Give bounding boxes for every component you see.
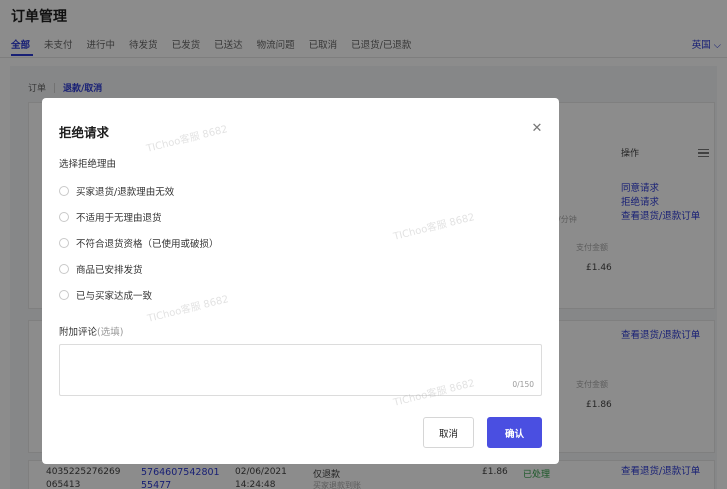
reason-option-not-eligible[interactable]: 不符合退货资格（已使用或破损） <box>59 236 219 250</box>
comment-optional-hint: (选填) <box>97 327 124 338</box>
radio-button[interactable] <box>59 290 69 300</box>
reject-reason-label: 选择拒绝理由 <box>59 159 117 170</box>
reason-label: 已与买家达成一致 <box>76 291 153 302</box>
reason-label: 买家退货/退款理由无效 <box>76 187 175 198</box>
reason-option-invalid-reason[interactable]: 买家退货/退款理由无效 <box>59 184 174 198</box>
radio-button[interactable] <box>59 238 69 248</box>
reject-request-dialog: 拒绝请求 ✕ 选择拒绝理由 买家退货/退款理由无效 不适用于无理由退货 不符合退… <box>42 98 559 464</box>
reason-label: 不适用于无理由退货 <box>76 213 162 224</box>
reason-option-not-applicable[interactable]: 不适用于无理由退货 <box>59 210 162 224</box>
comment-textarea[interactable]: 0/150 <box>59 344 542 396</box>
cancel-button[interactable]: 取消 <box>423 417 474 448</box>
close-icon[interactable]: ✕ <box>530 122 544 136</box>
radio-button[interactable] <box>59 264 69 274</box>
char-counter: 0/150 <box>512 380 534 389</box>
radio-button[interactable] <box>59 186 69 196</box>
reason-label: 不符合退货资格（已使用或破损） <box>76 239 219 250</box>
comment-label: 附加评论(选填) <box>59 324 123 338</box>
reason-label: 商品已安排发货 <box>76 265 143 276</box>
confirm-button[interactable]: 确认 <box>487 417 542 448</box>
comment-label-text: 附加评论 <box>59 327 98 338</box>
radio-button[interactable] <box>59 212 69 222</box>
reason-option-already-shipped[interactable]: 商品已安排发货 <box>59 262 143 276</box>
reason-option-agreed-with-buyer[interactable]: 已与买家达成一致 <box>59 288 152 302</box>
dialog-title: 拒绝请求 <box>59 125 110 140</box>
